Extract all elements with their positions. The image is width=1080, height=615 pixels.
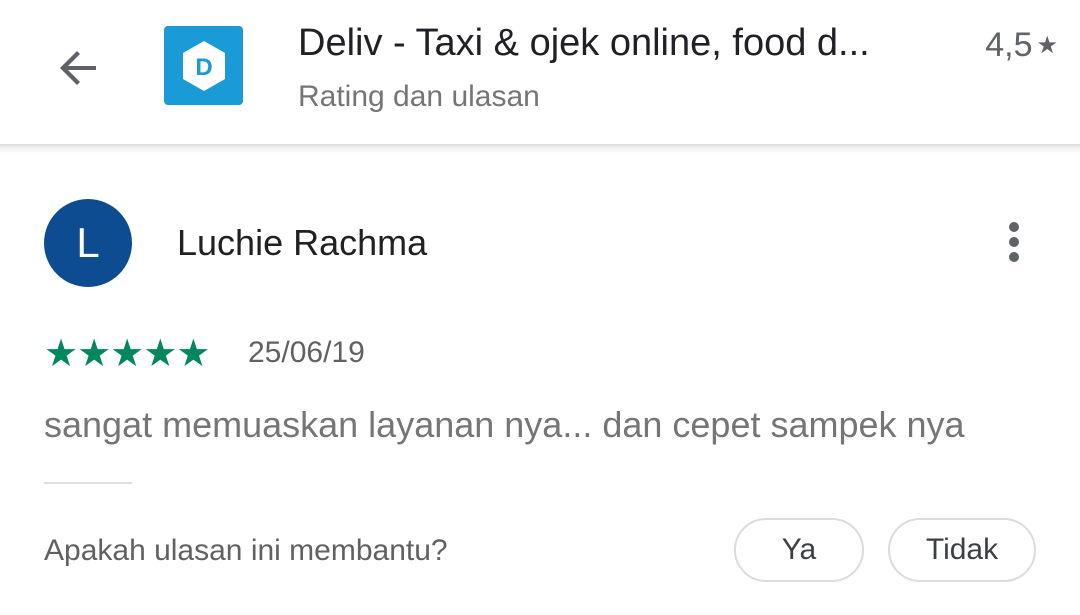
star-icon: ★ [110,333,145,375]
review-text: sangat memuaskan layanan nya... dan cepe… [44,404,965,445]
app-rating-value: 4,5 [985,26,1033,64]
star-icon: ★ [176,333,211,375]
star-rating: ★ ★ ★ ★ ★ [44,333,211,375]
avatar-letter: L [76,219,100,266]
back-button[interactable] [42,40,114,96]
avatar: L [44,199,132,287]
star-icon: ★ [1036,32,1058,59]
app-title: Deliv - Taxi & ojek online, food d... [298,22,870,64]
star-icon: ★ [44,333,79,375]
divider [44,482,132,484]
arrow-left-icon [60,51,96,85]
star-icon: ★ [143,333,178,375]
deliv-logo-icon: D [182,40,225,91]
more-vertical-icon [1009,222,1019,232]
more-vertical-icon-dot [1009,252,1019,262]
more-vertical-icon-dot [1009,237,1019,247]
helpful-question: Apakah ulasan ini membantu? [44,534,448,567]
star-icon: ★ [77,333,112,375]
helpful-yes-button[interactable]: Ya [734,518,864,582]
header-divider [0,144,1080,154]
page-subtitle: Rating dan ulasan [298,80,540,113]
app-icon-letter: D [195,54,212,81]
review-date: 25/06/19 [248,336,365,369]
reviewer-name: Luchie Rachma [177,222,428,263]
app-icon[interactable]: D [164,26,243,105]
helpful-no-button[interactable]: Tidak [888,518,1036,582]
app-rating: 4,5 ★ [985,26,1058,65]
more-options-button[interactable] [992,216,1036,268]
review-page: D Deliv - Taxi & ojek online, food d... … [0,0,1080,615]
app-header: D Deliv - Taxi & ojek online, food d... … [0,0,1080,145]
